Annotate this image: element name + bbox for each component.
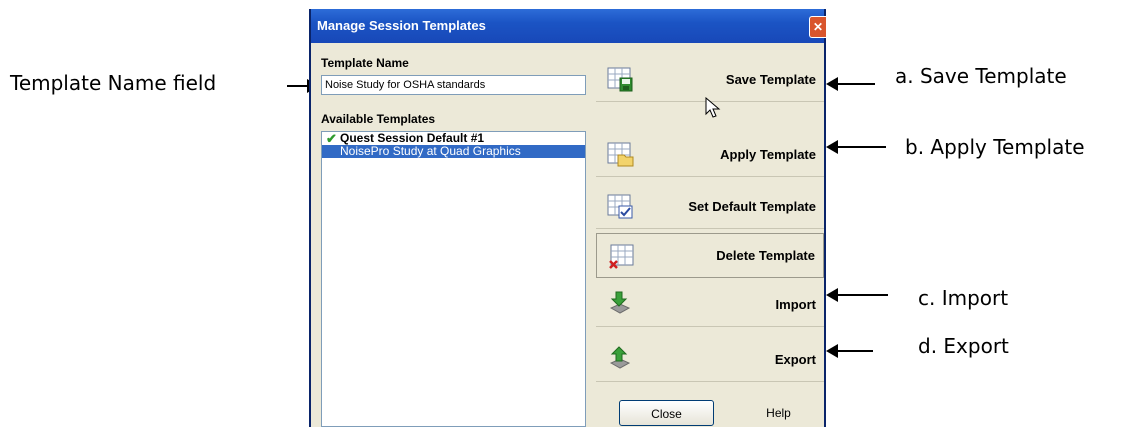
dialog-title: Manage Session Templates	[317, 18, 486, 33]
callout-apply-template: b. Apply Template	[905, 135, 1085, 159]
set-default-template-label: Set Default Template	[688, 198, 816, 214]
save-template-label: Save Template	[725, 71, 816, 87]
apply-template-label: Apply Template	[720, 146, 816, 162]
import-label: Import	[775, 296, 816, 312]
available-templates-label: Available Templates	[321, 112, 436, 126]
checkbox-grid-icon	[607, 194, 633, 219]
dialog-titlebar[interactable]: Manage Session Templates ✕	[311, 9, 826, 43]
template-name-input[interactable]: Noise Study for OSHA standards	[321, 75, 586, 95]
close-button[interactable]: Close	[619, 400, 714, 426]
manage-session-templates-dialog: Manage Session Templates ✕ Template Name…	[309, 9, 826, 427]
callout-template-name-field: Template Name field	[10, 71, 217, 95]
mouse-cursor-icon	[705, 97, 721, 118]
template-name-label: Template Name	[321, 56, 409, 70]
list-item-selected-template[interactable]: NoisePro Study at Quad Graphics	[322, 145, 585, 158]
help-button[interactable]: Help	[731, 400, 826, 426]
delete-template-label: Delete Template	[716, 248, 815, 263]
save-template-button[interactable]: Save Template	[596, 57, 824, 102]
callout-export: d. Export	[918, 334, 1009, 358]
checkmark-icon: ✔	[326, 131, 337, 146]
callout-arrow-save	[826, 77, 875, 91]
close-icon[interactable]: ✕	[809, 16, 826, 38]
apply-template-button[interactable]: Apply Template	[596, 132, 824, 177]
import-arrow-icon	[609, 291, 631, 314]
export-arrow-icon	[609, 346, 631, 369]
set-default-template-button[interactable]: Set Default Template	[596, 184, 824, 229]
delete-template-button[interactable]: Delete Template	[596, 233, 824, 278]
save-grid-icon	[607, 67, 633, 92]
export-button[interactable]: Export	[596, 337, 824, 382]
apply-folder-grid-icon	[607, 142, 634, 167]
callout-arrow-apply	[826, 140, 886, 154]
available-templates-list[interactable]: ✔ Quest Session Default #1 NoisePro Stud…	[321, 131, 586, 427]
import-button[interactable]: Import	[596, 282, 824, 327]
callout-arrow-export	[826, 344, 873, 358]
list-item-label: NoisePro Study at Quad Graphics	[340, 144, 521, 158]
callout-save-template: a. Save Template	[895, 64, 1067, 88]
callout-arrow-import	[826, 288, 888, 302]
export-label: Export	[774, 351, 816, 367]
callout-import: c. Import	[918, 286, 1009, 310]
delete-grid-icon	[609, 244, 634, 269]
